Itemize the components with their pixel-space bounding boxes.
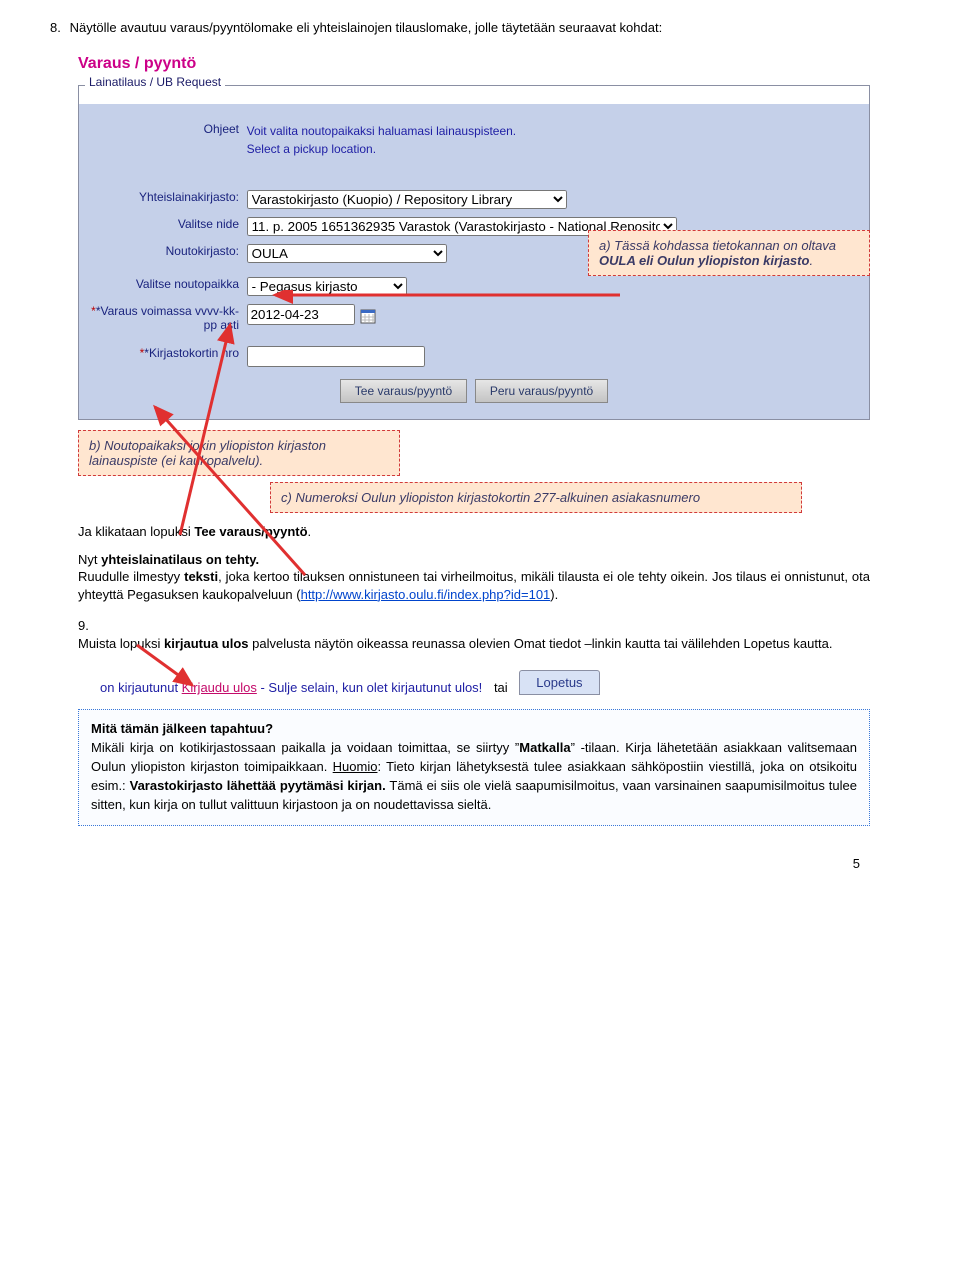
varaus-voimassa-label: **Varaus voimassa vvvv-kk-pp asti [89,304,243,332]
ohjeet-line1: Voit valita noutopaikaksi haluamasi lain… [247,124,517,138]
callout-c: c) Numeroksi Oulun yliopiston kirjastoko… [270,482,802,513]
klikataan-text: Ja klikataan lopuksi Tee varaus/pyyntö. [78,523,870,541]
callout-a: a) Tässä kohdassa tietokannan on oltava … [588,230,870,276]
logout-link[interactable]: Kirjaudu ulos [182,680,257,695]
callout-b-text: b) Noutopaikaksi jokin yliopiston kirjas… [89,438,326,468]
valitse-noutopaikka-label: Valitse noutopaikka [89,277,243,291]
valitse-noutopaikka-select[interactable]: - Pegasus kirjasto [247,277,407,296]
yhteislainakirjasto-label: Yhteislainakirjasto: [89,190,243,204]
tehty-para: Ruudulle ilmestyy teksti, joka kertoo ti… [78,569,870,602]
ohjeet-line2: Select a pickup location. [247,142,376,156]
callout-b: b) Noutopaikaksi jokin yliopiston kirjas… [78,430,400,476]
cancel-button[interactable]: Peru varaus/pyyntö [475,379,608,403]
page-number: 5 [50,856,860,871]
callout-c-text: c) Numeroksi Oulun yliopiston kirjastoko… [281,490,700,505]
legend-label: Lainatilaus / UB Request [85,75,225,89]
logout-bar: on kirjautunut Kirjaudu ulos - Sulje sel… [100,670,910,695]
tehty-heading: Nyt yhteislainatilaus on tehty. [78,551,870,569]
logout-post: - Sulje selain, kun olet kirjautunut ulo… [260,680,482,695]
submit-button[interactable]: Tee varaus/pyyntö [340,379,467,403]
noutokirjasto-label: Noutokirjasto: [89,244,243,258]
yhteislainakirjasto-select[interactable]: Varastokirjasto (Kuopio) / Repository Li… [247,190,567,209]
step-9: 9. Muista lopuksi kirjautua ulos palvelu… [78,617,870,652]
step-9-text: Muista lopuksi kirjautua ulos palvelusta… [78,635,868,653]
info-box: Mitä tämän jälkeen tapahtuu? Mikäli kirj… [78,709,870,825]
step-8-number: 8. [50,20,66,35]
form-title: Varaus / pyyntö [78,55,910,73]
kirjastokortin-input[interactable] [247,346,425,367]
kirjastokortin-label: **Kirjastokortin nro [89,346,243,360]
lopetus-tab[interactable]: Lopetus [519,670,599,695]
callout-a-text: a) Tässä kohdassa tietokannan on oltava … [599,238,836,268]
step-8-text: Näytölle avautuu varaus/pyyntölomake eli… [70,20,890,35]
step-8: 8. Näytölle avautuu varaus/pyyntölomake … [50,20,910,35]
tai-text: tai [494,680,508,695]
valitse-nide-label: Valitse nide [89,217,243,231]
ohjeet-text: Voit valita noutopaikaksi haluamasi lain… [247,122,517,158]
logout-pre: on kirjautunut [100,680,182,695]
ohjeet-label: Ohjeet [89,122,243,136]
step-9-number: 9. [78,617,94,635]
calendar-icon[interactable] [360,308,376,324]
info-box-heading: Mitä tämän jälkeen tapahtuu? [91,721,273,736]
pegasus-link[interactable]: http://www.kirjasto.oulu.fi/index.php?id… [301,587,551,602]
info-box-body: Mikäli kirja on kotikirjastossaan paikal… [91,740,857,812]
noutokirjasto-select[interactable]: OULA [247,244,447,263]
tehty-block: Nyt yhteislainatilaus on tehty. Ruudulle… [78,551,870,604]
varaus-voimassa-input[interactable] [247,304,355,325]
